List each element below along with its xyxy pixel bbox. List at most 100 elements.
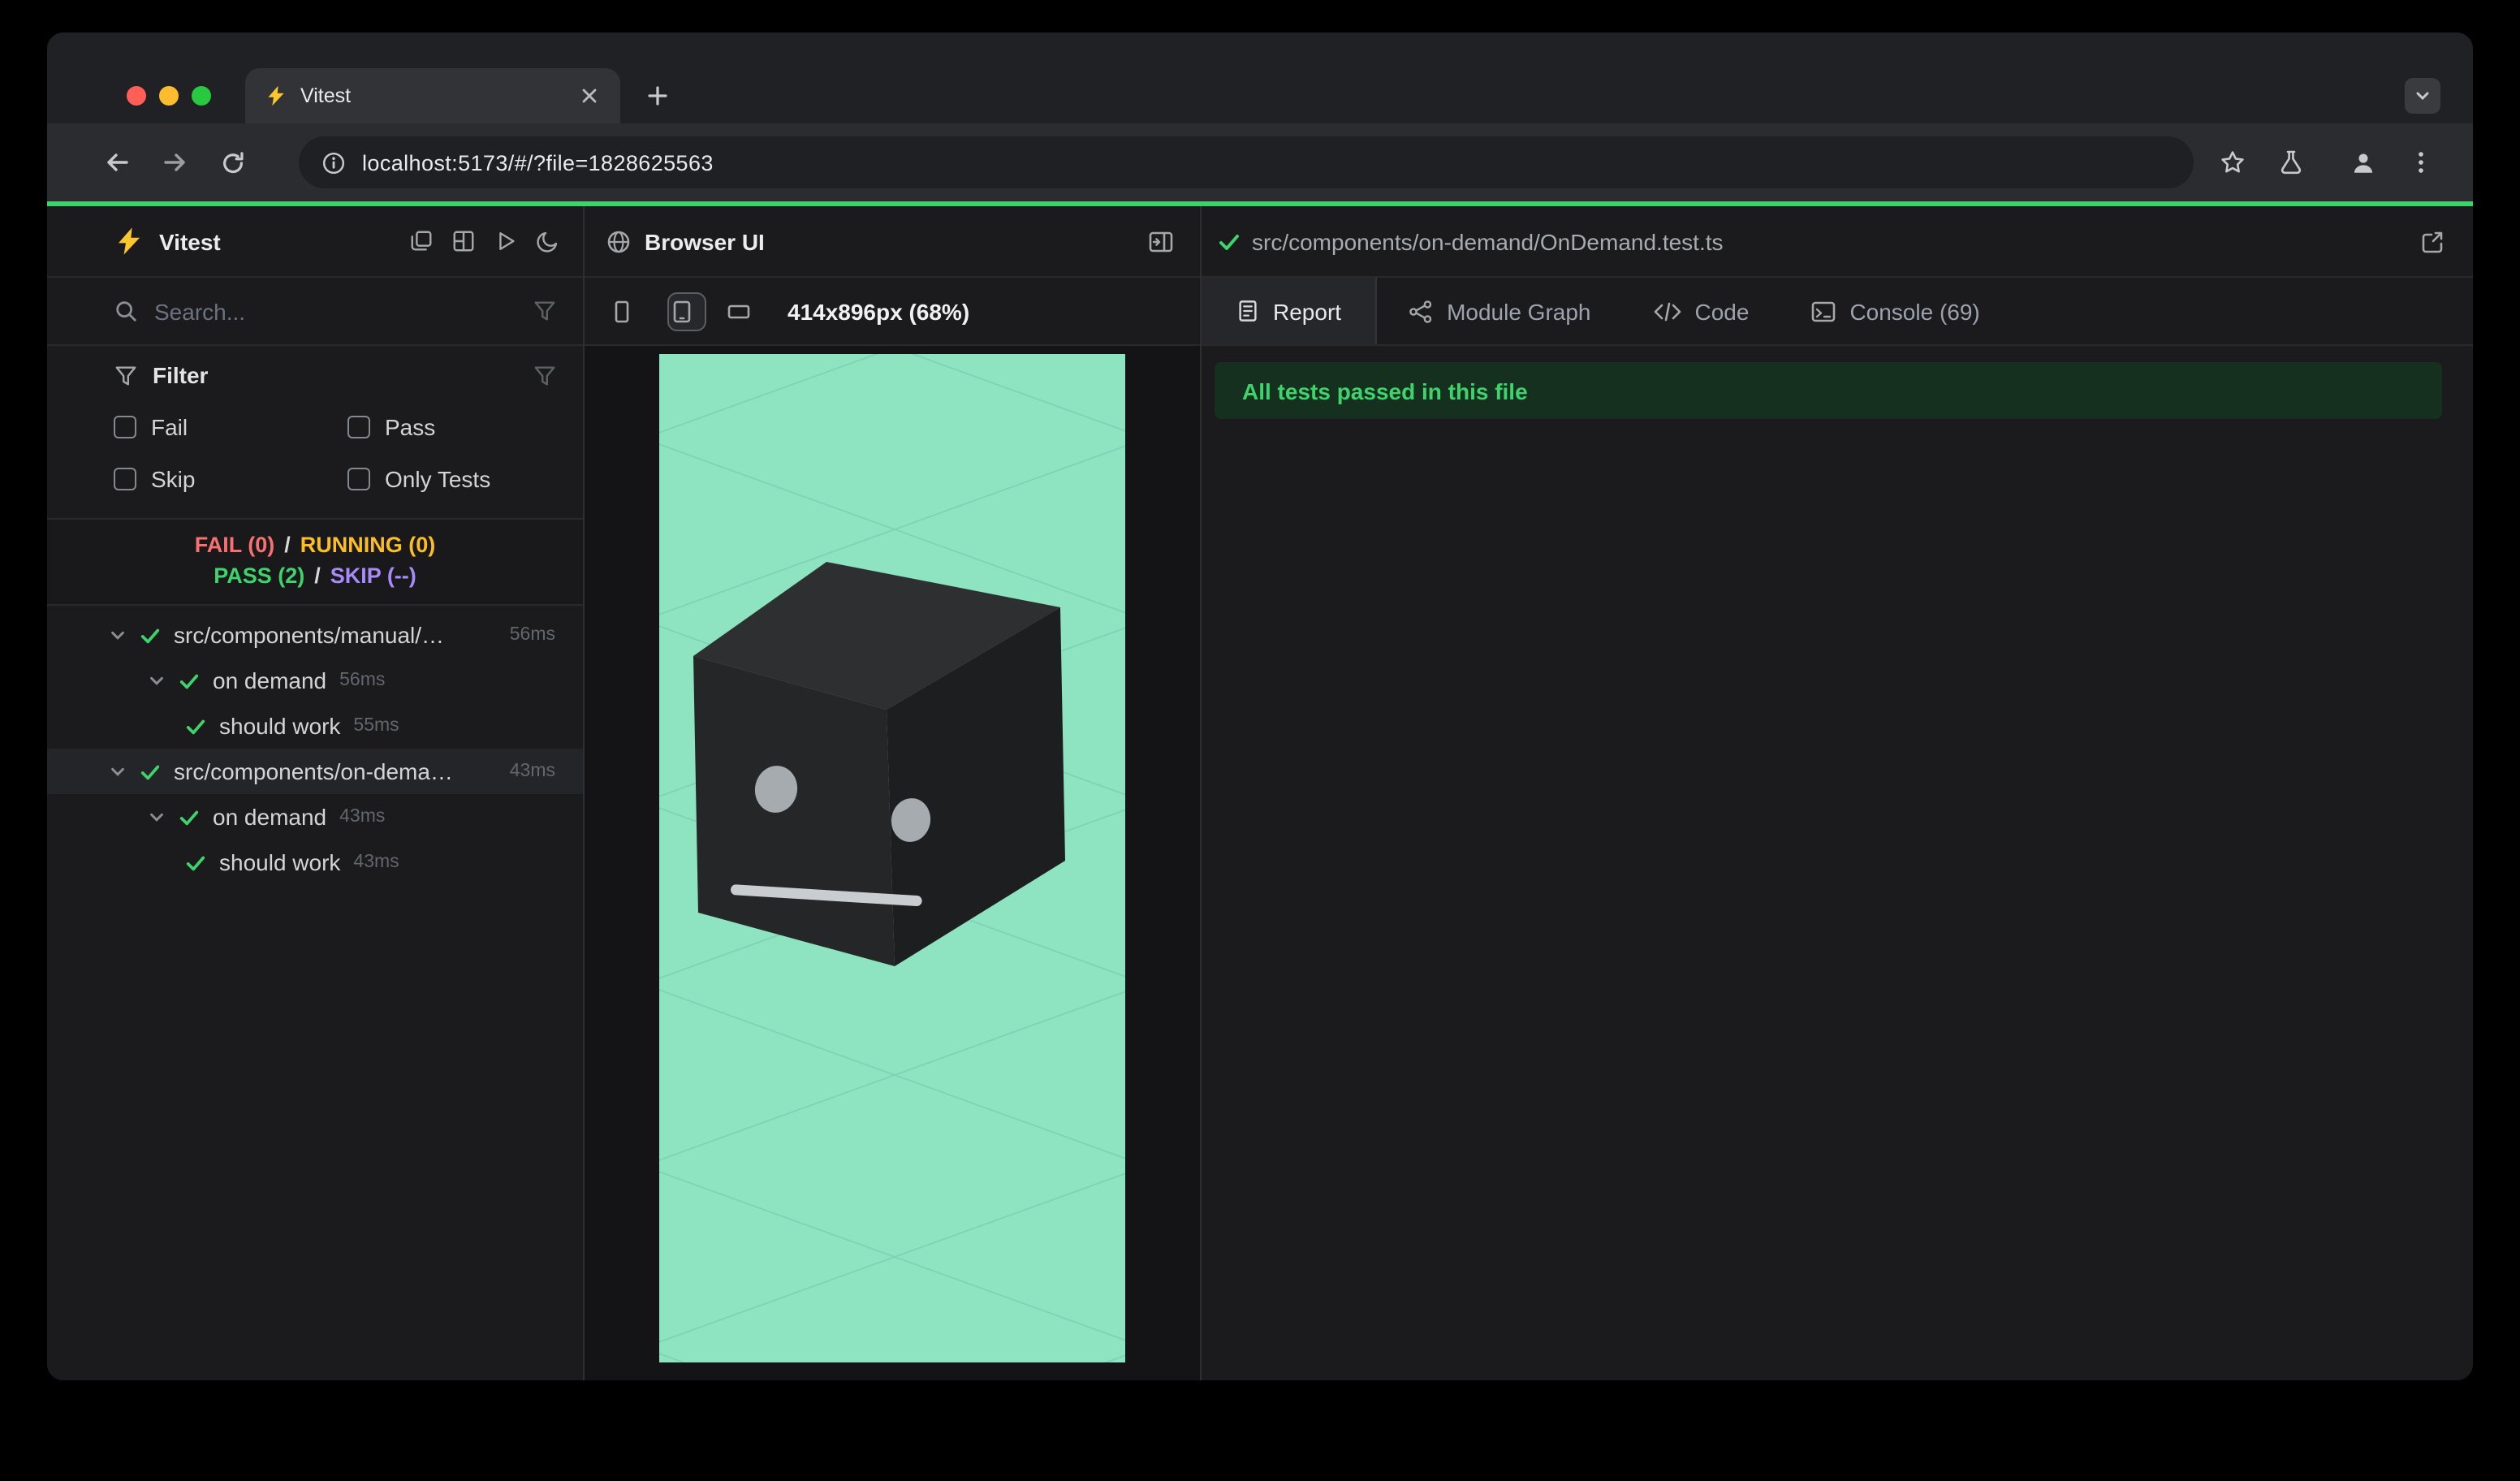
checkbox-icon[interactable] [114, 468, 136, 490]
vitest-ui: Vitest Search... Filter Fail Pass Skip O… [47, 206, 2473, 1380]
search-input[interactable] [154, 298, 516, 324]
search-row [47, 278, 583, 346]
sidebar: Vitest Search... Filter Fail Pass Skip O… [47, 206, 585, 1380]
reset-filter-icon[interactable] [533, 363, 557, 387]
viewport-size-label: 414x896px (68%) [788, 298, 970, 324]
test-suite-row[interactable]: on demand 43ms [47, 794, 583, 840]
tab-console[interactable]: Console (69) [1780, 278, 2010, 344]
tab-module-graph[interactable]: Module Graph [1377, 278, 1621, 344]
browser-menu-icon[interactable] [2395, 136, 2447, 188]
browser-ui-pane: Browser UI 414x896px (68%) [585, 206, 1202, 1380]
back-button[interactable] [102, 136, 154, 188]
tab-label: Console (69) [1849, 298, 1980, 324]
minimize-window-button[interactable] [159, 86, 179, 106]
checkbox-icon[interactable] [347, 416, 370, 438]
report-header: src/components/on-demand/OnDemand.test.t… [1202, 206, 2473, 278]
new-tab-button[interactable] [635, 73, 680, 119]
summary-line-1: FAIL (0) / RUNNING (0) [194, 533, 436, 557]
fail-count: FAIL (0) [194, 533, 275, 557]
globe-icon [606, 228, 632, 254]
filter-checkbox-pass[interactable]: Pass [347, 408, 560, 447]
filter-label: Filter [153, 362, 209, 388]
collapse-panels-icon[interactable] [409, 229, 434, 253]
module-graph-icon [1408, 298, 1434, 324]
check-icon [185, 852, 206, 873]
test-file-row-active[interactable]: src/components/on-dema… 43ms [47, 749, 583, 794]
test-duration: 56ms [509, 625, 555, 645]
reload-button[interactable] [219, 136, 271, 188]
bookmark-star-icon[interactable] [2220, 136, 2272, 188]
test-tree: src/components/manual/… 56ms on demand 5… [47, 606, 583, 1380]
sidebar-title: Vitest [159, 228, 221, 254]
checkbox-label: Skip [151, 466, 196, 492]
window-controls [127, 86, 211, 106]
close-tab-icon[interactable] [575, 81, 604, 110]
chevron-down-icon[interactable] [109, 762, 127, 780]
device-tablet-icon[interactable] [667, 291, 706, 330]
filter-checkbox-only-tests[interactable]: Only Tests [347, 460, 560, 499]
forward-button[interactable] [161, 136, 213, 188]
tab-code[interactable]: Code [1622, 278, 1780, 344]
profile-avatar-icon[interactable] [2337, 136, 2388, 188]
external-link-icon[interactable] [2419, 228, 2445, 254]
test-case-row[interactable]: should work 43ms [47, 840, 583, 885]
browser-ui-header: Browser UI [585, 206, 1200, 278]
tab-search-chevron-button[interactable] [2405, 78, 2440, 114]
vitest-favicon [265, 84, 287, 107]
checkbox-label: Fail [151, 414, 188, 440]
checkbox-icon[interactable] [347, 468, 370, 490]
chevron-down-icon[interactable] [109, 626, 127, 644]
filter-checkbox-fail[interactable]: Fail [114, 408, 347, 447]
test-suite-row[interactable]: on demand 56ms [47, 658, 583, 703]
site-info-icon[interactable] [321, 150, 346, 175]
test-case-row[interactable]: should work 55ms [47, 703, 583, 749]
test-duration: 43ms [339, 807, 386, 827]
browser-toolbar: localhost:5173/#/?file=1828625563 [47, 123, 2473, 201]
tab-label: Code [1694, 298, 1750, 324]
summary-line-2: PASS (2) / SKIP (--) [214, 563, 416, 588]
test-file-row[interactable]: src/components/manual/… 56ms [47, 612, 583, 658]
tab-label: Module Graph [1447, 298, 1591, 324]
experiments-flask-icon[interactable] [2278, 136, 2330, 188]
device-landscape-icon[interactable] [726, 291, 765, 330]
checkbox-icon[interactable] [114, 416, 136, 438]
browser-preview-viewport[interactable] [642, 256, 1147, 1380]
browser-tab[interactable]: Vitest [245, 68, 620, 123]
robot-cube-scene [642, 256, 1147, 1380]
clear-search-filter-icon[interactable] [533, 299, 557, 323]
address-bar[interactable]: localhost:5173/#/?file=1828625563 [299, 136, 2194, 188]
theme-toggle-moon-icon[interactable] [536, 229, 560, 253]
report-pane: src/components/on-demand/OnDemand.test.t… [1202, 206, 2473, 1380]
check-icon [185, 715, 206, 736]
maximize-window-button[interactable] [192, 86, 211, 106]
skip-count: SKIP (--) [330, 563, 416, 588]
chevron-down-icon[interactable] [148, 808, 166, 826]
run-all-icon[interactable] [494, 229, 518, 253]
report-content: All tests passed in this file [1202, 346, 2473, 1380]
filter-checkbox-skip[interactable]: Skip [114, 460, 347, 499]
dashboard-icon[interactable] [451, 229, 476, 253]
close-window-button[interactable] [127, 86, 146, 106]
tab-strip: Vitest [47, 32, 2473, 123]
tab-title: Vitest [300, 84, 352, 107]
sidebar-header: Vitest [47, 206, 583, 278]
device-toolbar: 414x896px (68%) [585, 278, 1200, 346]
test-summary: FAIL (0) / RUNNING (0) PASS (2) / SKIP (--) [47, 520, 583, 606]
test-duration: 56ms [339, 671, 386, 690]
pass-count: PASS (2) [214, 563, 305, 588]
open-in-panel-icon[interactable] [1148, 228, 1174, 254]
report-document-icon [1236, 299, 1260, 323]
url-text: localhost:5173/#/?file=1828625563 [362, 150, 714, 175]
test-file-name: src/components/manual/… [174, 622, 445, 648]
filter-funnel-icon [114, 363, 138, 387]
check-icon [179, 670, 200, 691]
filter-section: Filter Fail Pass Skip Only Tests [47, 346, 583, 520]
tab-report[interactable]: Report [1202, 278, 1378, 344]
vitest-logo-icon [114, 226, 145, 257]
report-tabs: Report Module Graph Code Console (69) [1202, 278, 2473, 346]
test-duration: 43ms [353, 853, 399, 872]
code-icon [1653, 300, 1682, 322]
device-mobile-icon[interactable] [609, 291, 648, 330]
running-count: RUNNING (0) [300, 533, 436, 557]
chevron-down-icon[interactable] [148, 671, 166, 689]
